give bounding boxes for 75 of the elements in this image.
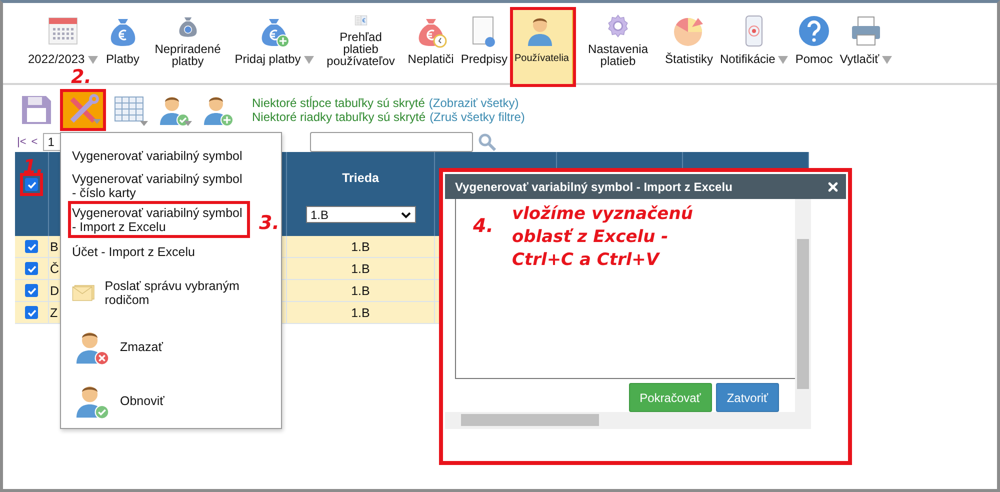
caret-icon[interactable] xyxy=(184,121,192,126)
annotation-note: vložíme vyznačenú oblasť z Excelu - Ctrl+C a Ctrl+V xyxy=(512,203,694,272)
caret-icon[interactable] xyxy=(140,121,148,126)
table-cell: B xyxy=(50,240,58,254)
horizontal-scrollbar[interactable] xyxy=(445,412,811,429)
caret-icon[interactable] xyxy=(93,119,101,124)
row-checkbox[interactable] xyxy=(25,306,38,319)
toolbar-label: Štatistiky xyxy=(664,53,713,65)
search-field[interactable] xyxy=(310,132,473,152)
toolbar-label: Používatelia xyxy=(514,53,569,65)
toolbar-item[interactable]: Notifikácie xyxy=(717,9,792,67)
search-icon[interactable] xyxy=(478,132,496,150)
toolbar-label: Pridaj platby xyxy=(234,53,301,65)
toolbar-label: Pomoc xyxy=(795,53,833,65)
notice-link[interactable]: (Zruš všetky filtre) xyxy=(430,110,525,124)
toolbar-label: Neplatiči xyxy=(408,53,454,65)
menu-item[interactable]: Vygenerovať variabilný symbol - Import z Excelu xyxy=(68,201,250,238)
step-number: 1. xyxy=(23,155,44,179)
toolbar-label: Prehľad platieb používateľov xyxy=(326,31,396,67)
toolbar-label: Nastavenia platieb xyxy=(586,43,649,67)
toolbar-item[interactable]: Predpisy xyxy=(458,9,510,67)
toolbar-label: Nepriradené platby xyxy=(154,43,222,67)
toolbar-item[interactable]: Neplatiči xyxy=(404,9,457,67)
menu-item[interactable]: Poslať správu vybraným rodičom xyxy=(68,266,250,320)
menu-item[interactable]: Obnoviť xyxy=(68,374,250,428)
toolbar-item[interactable]: Nepriradené platby xyxy=(144,9,231,67)
menu-item[interactable]: Účet - Import z Excelu xyxy=(68,238,250,266)
toolbar-item[interactable]: Používatelia xyxy=(512,9,574,85)
toolbar-item[interactable]: Pomoc xyxy=(792,9,836,67)
toolbar-item[interactable]: Platby xyxy=(102,9,144,67)
table-cell: 1.B xyxy=(351,240,370,254)
notice-text: Niektoré riadky tabuľky sú skryté xyxy=(252,110,426,124)
table-cell: 1.B xyxy=(351,306,370,320)
caret-icon[interactable] xyxy=(304,56,314,64)
step-number: 4. xyxy=(473,214,494,238)
close-button[interactable]: Zatvoriť xyxy=(716,383,779,412)
close-icon[interactable] xyxy=(826,180,840,194)
caret-icon[interactable] xyxy=(778,56,788,64)
notice-link[interactable]: (Zobraziť všetky) xyxy=(428,96,519,110)
toolbar-item[interactable]: Prehľad platieb používateľov xyxy=(318,9,404,67)
menu-item[interactable]: Vygenerovať variabilný symbol xyxy=(68,142,250,170)
step-number: 3. xyxy=(259,211,280,235)
toolbar-label: Notifikácie xyxy=(720,53,776,65)
toolbar-item[interactable]: Pridaj platby xyxy=(232,9,317,67)
menu-item[interactable]: Vygenerovať variabilný symbol - číslo karty xyxy=(68,170,250,201)
table-cell: 1.B xyxy=(351,262,370,276)
table-cell: Č xyxy=(50,262,60,276)
table-cell: Z xyxy=(50,306,58,320)
toolbar-item[interactable]: 2022/2023 xyxy=(25,9,101,67)
chevron-down-icon xyxy=(400,210,410,218)
row-checkbox[interactable] xyxy=(25,262,38,275)
row-checkbox[interactable] xyxy=(25,240,38,253)
toolbar-label: Predpisy xyxy=(460,53,508,65)
menu-item[interactable]: Zmazať xyxy=(68,320,250,374)
first-page-link[interactable]: |< xyxy=(17,136,26,148)
toolbar-label: 2022/2023 xyxy=(28,53,85,65)
table-cell: 1.B xyxy=(351,284,370,298)
filter-select[interactable]: 1.B xyxy=(306,206,416,223)
select-all-checkbox[interactable] xyxy=(25,178,38,191)
tools-button[interactable] xyxy=(60,89,106,131)
caret-icon[interactable] xyxy=(88,56,98,64)
toolbar-item[interactable]: Nastavenia platieb xyxy=(574,9,661,67)
toolbar-item[interactable]: Štatistiky xyxy=(662,9,716,67)
previous-page-link[interactable]: < xyxy=(31,136,38,148)
caret-icon[interactable] xyxy=(882,56,892,64)
toolbar-label: Vytlačiť xyxy=(840,53,880,65)
table-cell: D xyxy=(50,284,60,298)
column-header: Trieda xyxy=(342,171,379,185)
row-checkbox[interactable] xyxy=(25,284,38,297)
toolbar-item[interactable]: Vytlačiť xyxy=(836,9,896,67)
dialog-title: Vygenerovať variabilný symbol - Import z Excelu xyxy=(455,180,732,194)
step-number: 2. xyxy=(71,65,92,89)
notice-text: Niektoré stĺpce tabuľky sú skryté xyxy=(252,96,425,110)
toolbar-label: Platby xyxy=(106,53,140,65)
vertical-scrollbar[interactable] xyxy=(795,199,811,412)
